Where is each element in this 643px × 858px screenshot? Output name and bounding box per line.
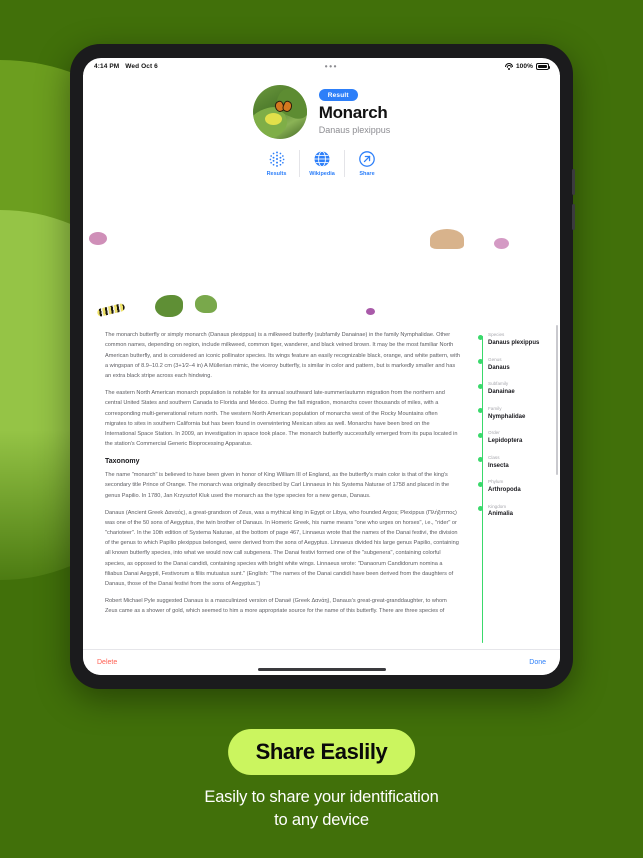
tablet-screen: 4:14 PM Wed Oct 6 ••• 100% Result Monarc… bbox=[83, 58, 560, 675]
taxonomy-entry[interactable]: Phylum Arthropoda bbox=[477, 479, 552, 494]
taxonomy-name: Lepidoptera bbox=[488, 438, 523, 445]
promo-pill: Share Easlily bbox=[227, 729, 416, 775]
taxonomy-rank: Order bbox=[488, 430, 500, 436]
status-date: Wed Oct 6 bbox=[125, 63, 158, 70]
taxonomy-name: Nymphalidae bbox=[488, 413, 526, 420]
taxonomy-entry[interactable]: Order Lepidoptera bbox=[477, 430, 552, 445]
taxonomy-entry[interactable]: Kingdom Animalia bbox=[477, 503, 552, 519]
done-button[interactable]: Done bbox=[529, 659, 546, 666]
taxonomy-name: Animalia bbox=[488, 511, 514, 518]
taxonomy-entry[interactable]: Family Nymphalidae bbox=[477, 405, 552, 421]
volume-down-button[interactable] bbox=[572, 204, 575, 230]
status-badge: Result bbox=[318, 89, 358, 101]
taxonomy-rank: Genus bbox=[488, 356, 502, 362]
photo-grid bbox=[83, 183, 560, 319]
action-results-label: Results bbox=[266, 171, 287, 177]
result-header-text: Result Monarch Danaus plexippus bbox=[318, 89, 391, 135]
photo-cell[interactable] bbox=[356, 251, 424, 319]
taxonomy-rank: Subfamily bbox=[488, 381, 509, 387]
taxonomy-entry[interactable]: Species Danaus plexippus bbox=[477, 332, 552, 347]
photo-cell[interactable] bbox=[492, 183, 560, 251]
taxonomy-name: Insecta bbox=[488, 462, 509, 469]
home-indicator[interactable] bbox=[257, 668, 386, 671]
tablet-device: 4:14 PM Wed Oct 6 ••• 100% Result Monarc… bbox=[70, 44, 575, 689]
action-wikipedia[interactable]: Wikipedia bbox=[299, 150, 344, 177]
photo-cell[interactable] bbox=[424, 251, 492, 319]
taxonomy-rank: Kingdom bbox=[488, 503, 507, 509]
article-text-column: The monarch butterfly or simply monarch … bbox=[83, 330, 474, 649]
species-thumbnail[interactable] bbox=[252, 85, 307, 139]
photo-cell[interactable] bbox=[83, 251, 151, 319]
share-arrow-icon bbox=[359, 151, 375, 167]
action-results[interactable]: Results bbox=[254, 150, 299, 177]
taxonomy-rank: Species bbox=[488, 332, 505, 338]
battery-percent-label: 100% bbox=[515, 63, 533, 70]
globe-icon bbox=[314, 151, 330, 167]
action-bar: Results Wikipedia Share bbox=[254, 150, 389, 183]
delete-button[interactable]: Delete bbox=[97, 659, 117, 666]
taxonomy-name: Danainae bbox=[488, 389, 515, 396]
article-paragraph: Robert Michael Pyle suggested Danaus is … bbox=[105, 598, 447, 615]
photo-cell[interactable] bbox=[219, 183, 287, 251]
taxonomy-rail: Species Danaus plexippus Genus Danaus Su… bbox=[474, 330, 560, 649]
article-paragraph: The name "monarch" is believed to have b… bbox=[105, 472, 450, 499]
multitask-dots[interactable]: ••• bbox=[158, 62, 505, 71]
results-dots-icon bbox=[269, 151, 284, 167]
section-heading-taxonomy: Taxonomy bbox=[105, 458, 140, 466]
taxonomy-rank: Class bbox=[488, 454, 500, 460]
promo-tagline-line2: to any device bbox=[274, 811, 369, 830]
battery-icon bbox=[536, 63, 551, 70]
photo-cell[interactable] bbox=[424, 183, 492, 251]
promo-tagline-line1: Easily to share your identification bbox=[204, 788, 439, 806]
article-paragraph: Danaus (Ancient Greek Δαναός), a great-g… bbox=[105, 509, 459, 587]
photo-cell[interactable] bbox=[83, 183, 151, 251]
taxonomy-rank: Family bbox=[488, 405, 502, 411]
status-bar-left: 4:14 PM Wed Oct 6 bbox=[94, 63, 158, 70]
taxonomy-rank: Phylum bbox=[488, 479, 504, 485]
photo-cell[interactable] bbox=[287, 183, 355, 251]
article-paragraph: The eastern North American monarch popul… bbox=[105, 390, 458, 448]
taxonomy-name: Arthropoda bbox=[488, 487, 521, 494]
volume-up-button[interactable] bbox=[572, 169, 575, 195]
photo-cell[interactable] bbox=[151, 251, 219, 319]
action-share-label: Share bbox=[359, 171, 375, 177]
photo-cell[interactable] bbox=[287, 251, 355, 319]
taxonomy-entry[interactable]: Subfamily Danainae bbox=[477, 381, 552, 396]
photo-cell[interactable] bbox=[151, 183, 219, 251]
article-paragraph: The monarch butterfly or simply monarch … bbox=[105, 332, 460, 379]
scrollbar[interactable] bbox=[555, 325, 558, 476]
bottom-toolbar: Delete Done bbox=[83, 649, 560, 675]
status-bar-right: 100% bbox=[504, 63, 551, 70]
action-share[interactable]: Share bbox=[344, 150, 389, 177]
scientific-name: Danaus plexippus bbox=[318, 125, 391, 135]
action-wikipedia-label: Wikipedia bbox=[309, 171, 335, 177]
status-bar: 4:14 PM Wed Oct 6 ••• 100% bbox=[83, 58, 560, 75]
page-title: Monarch bbox=[318, 103, 388, 122]
photo-cell[interactable] bbox=[492, 251, 560, 319]
article-body[interactable]: The monarch butterfly or simply monarch … bbox=[83, 319, 560, 649]
promo-tagline: Easily to share your identification to a… bbox=[0, 786, 643, 833]
wifi-icon bbox=[504, 63, 513, 70]
result-header: Result Monarch Danaus plexippus Results … bbox=[83, 75, 560, 183]
butterfly-illustration bbox=[272, 99, 294, 115]
photo-cell[interactable] bbox=[356, 183, 424, 251]
taxonomy-name: Danaus plexippus bbox=[488, 340, 540, 347]
taxonomy-name: Danaus bbox=[488, 364, 510, 371]
taxonomy-entry[interactable]: Genus Danaus bbox=[477, 356, 552, 372]
taxonomy-entry[interactable]: Class Insecta bbox=[477, 454, 552, 470]
status-time: 4:14 PM bbox=[94, 63, 120, 70]
photo-cell[interactable] bbox=[219, 251, 287, 319]
result-header-row: Result Monarch Danaus plexippus bbox=[252, 85, 391, 139]
